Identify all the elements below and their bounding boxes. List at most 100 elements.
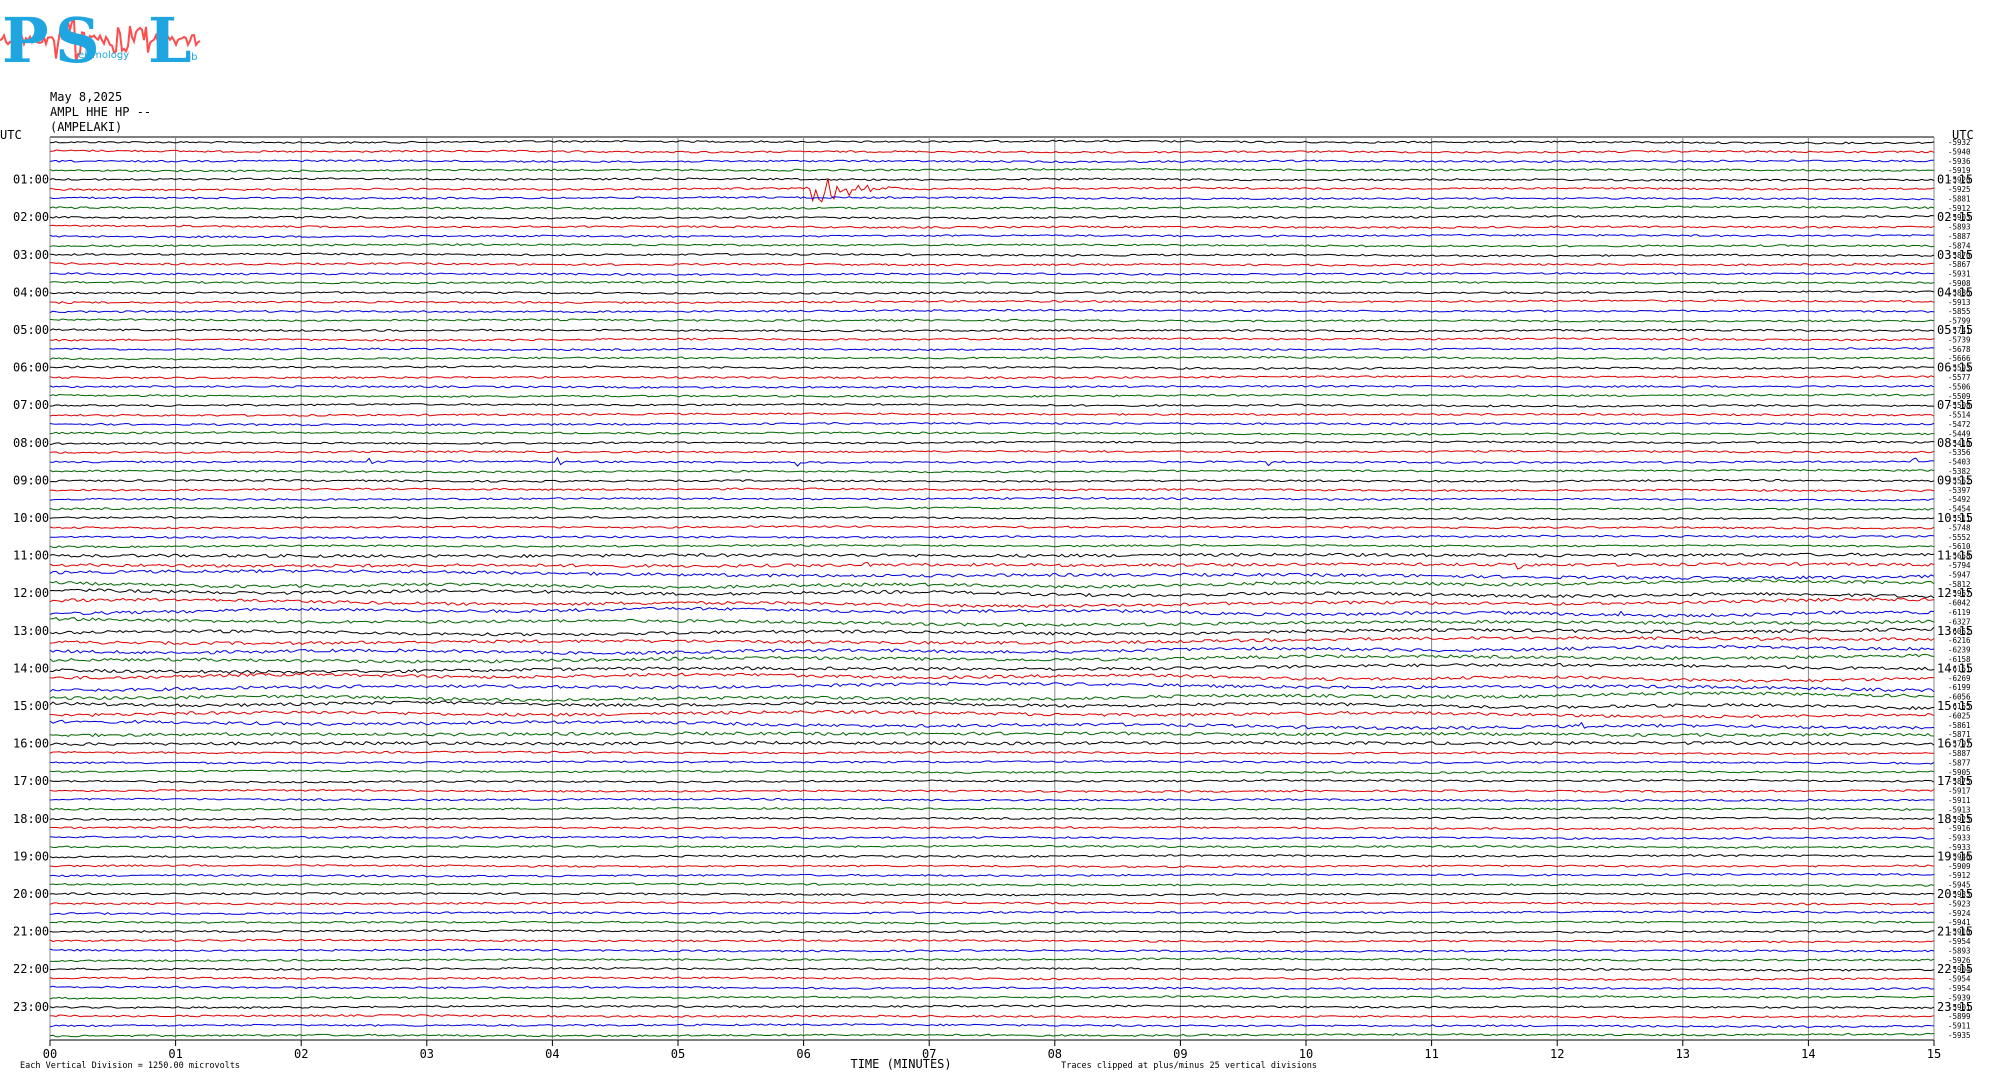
left-hour-label: 16:00	[13, 737, 49, 751]
trace-line	[49, 872, 1935, 878]
trace-line	[49, 769, 1935, 775]
trace-line	[49, 525, 1935, 530]
left-hour-label: 23:00	[13, 1000, 49, 1014]
trace-line	[49, 337, 1935, 342]
trace-line	[50, 534, 1935, 540]
trace-offset-label: -5933	[1948, 834, 1971, 843]
trace-offset-label: -5472	[1948, 420, 1971, 429]
trace-offset-label: -5911	[1948, 1022, 1971, 1031]
right-hour-label: 09:15	[1937, 473, 1973, 487]
trace-line	[49, 478, 1935, 483]
trace-line	[49, 760, 1935, 765]
trace-line	[49, 375, 1935, 380]
trace-offset-label: -5931	[1948, 270, 1971, 279]
right-hour-label: 03:15	[1937, 248, 1973, 262]
x-tick-label: 00	[43, 1047, 57, 1061]
right-hour-label: 21:15	[1937, 925, 1973, 939]
left-hour-label: 19:00	[13, 849, 49, 863]
trace-line	[49, 588, 1935, 599]
left-hour-label: 11:00	[13, 549, 49, 563]
right-hour-label: 05:15	[1937, 323, 1973, 337]
trace-line	[49, 318, 1935, 323]
x-tick-label: 15	[1927, 1047, 1941, 1061]
trace-line	[49, 233, 1935, 239]
trace-line	[49, 308, 1935, 314]
trace-line	[49, 393, 1935, 398]
trace-offset-label: -5893	[1948, 946, 1971, 955]
trace-line	[49, 328, 1935, 333]
trace-line	[49, 506, 1935, 511]
left-hour-label: 04:00	[13, 285, 49, 299]
trace-offset-label: -5881	[1948, 194, 1971, 203]
trace-offset-label: -6199	[1948, 683, 1971, 692]
left-hour-label: 01:00	[13, 173, 49, 187]
right-hour-label: 20:15	[1937, 887, 1973, 901]
trace-line	[49, 243, 1935, 248]
trace-line	[49, 778, 1935, 784]
left-hour-label: 06:00	[13, 361, 49, 375]
trace-line	[50, 957, 1935, 963]
trace-line	[49, 515, 1935, 521]
trace-line	[49, 797, 1935, 803]
trace-line	[49, 672, 1935, 683]
trace-line	[49, 496, 1935, 502]
trace-line	[49, 1014, 1935, 1019]
trace-line	[49, 966, 1935, 972]
right-hour-label: 12:15	[1937, 586, 1973, 600]
trace-offset-label: -5940	[1948, 147, 1971, 156]
trace-line	[49, 948, 1935, 953]
trace-line	[49, 938, 1935, 944]
right-hour-label: 08:15	[1937, 436, 1973, 450]
trace-line	[49, 205, 1935, 211]
trace-offset-label: -5954	[1948, 984, 1971, 993]
right-hour-label: 19:15	[1937, 849, 1973, 863]
trace-line	[49, 929, 1934, 934]
trace-offset-label: -5492	[1948, 495, 1971, 504]
trace-offset-label: -5936	[1948, 157, 1971, 166]
trace-line	[49, 1004, 1935, 1010]
trace-line	[49, 976, 1935, 981]
trace-line	[49, 740, 1935, 746]
right-hour-label: 06:15	[1937, 361, 1973, 375]
left-hour-label: 07:00	[13, 398, 49, 412]
right-hour-label: 18:15	[1937, 812, 1973, 826]
left-hour-label: 02:00	[13, 210, 49, 224]
x-tick-label: 08	[1048, 1047, 1062, 1061]
trace-line	[49, 299, 1935, 305]
right-hour-label: 10:15	[1937, 511, 1973, 525]
right-hour-label: 11:15	[1937, 549, 1973, 563]
trace-offset-label: -5678	[1948, 345, 1971, 354]
trace-line	[49, 985, 1935, 991]
trace-line	[49, 653, 1935, 664]
trace-offset-label: -5911	[1948, 796, 1971, 805]
right-hour-label: 16:15	[1937, 737, 1973, 751]
trace-line	[49, 543, 1935, 549]
trace-line	[49, 177, 1935, 182]
right-hour-label: 01:15	[1937, 173, 1973, 187]
x-tick-label: 09	[1173, 1047, 1187, 1061]
trace-line	[49, 882, 1935, 887]
trace-line	[49, 569, 1935, 580]
trace-line	[49, 214, 1935, 220]
x-tick-label: 12	[1550, 1047, 1564, 1061]
trace-line	[49, 627, 1935, 637]
trace-line	[49, 552, 1935, 559]
left-hour-label: 20:00	[13, 887, 49, 901]
trace-offset-label: -5855	[1948, 307, 1971, 316]
trace-offset-label: -5935	[1948, 1031, 1971, 1040]
trace-line	[49, 271, 1935, 276]
trace-offset-label: -5403	[1948, 458, 1971, 467]
trace-offset-label: -5912	[1948, 871, 1971, 880]
trace-line	[49, 617, 1935, 627]
left-hour-label: 22:00	[13, 962, 49, 976]
trace-line	[49, 816, 1935, 821]
x-axis-title: TIME (MINUTES)	[850, 1057, 951, 1071]
right-hour-label: 23:15	[1937, 1000, 1973, 1014]
trace-line	[49, 597, 1935, 609]
trace-line	[49, 709, 1935, 719]
trace-offset-label: -6119	[1948, 608, 1971, 617]
left-hour-label: 21:00	[13, 925, 49, 939]
trace-line	[49, 920, 1935, 925]
trace-line	[49, 149, 1935, 154]
right-hour-label: 07:15	[1937, 398, 1973, 412]
